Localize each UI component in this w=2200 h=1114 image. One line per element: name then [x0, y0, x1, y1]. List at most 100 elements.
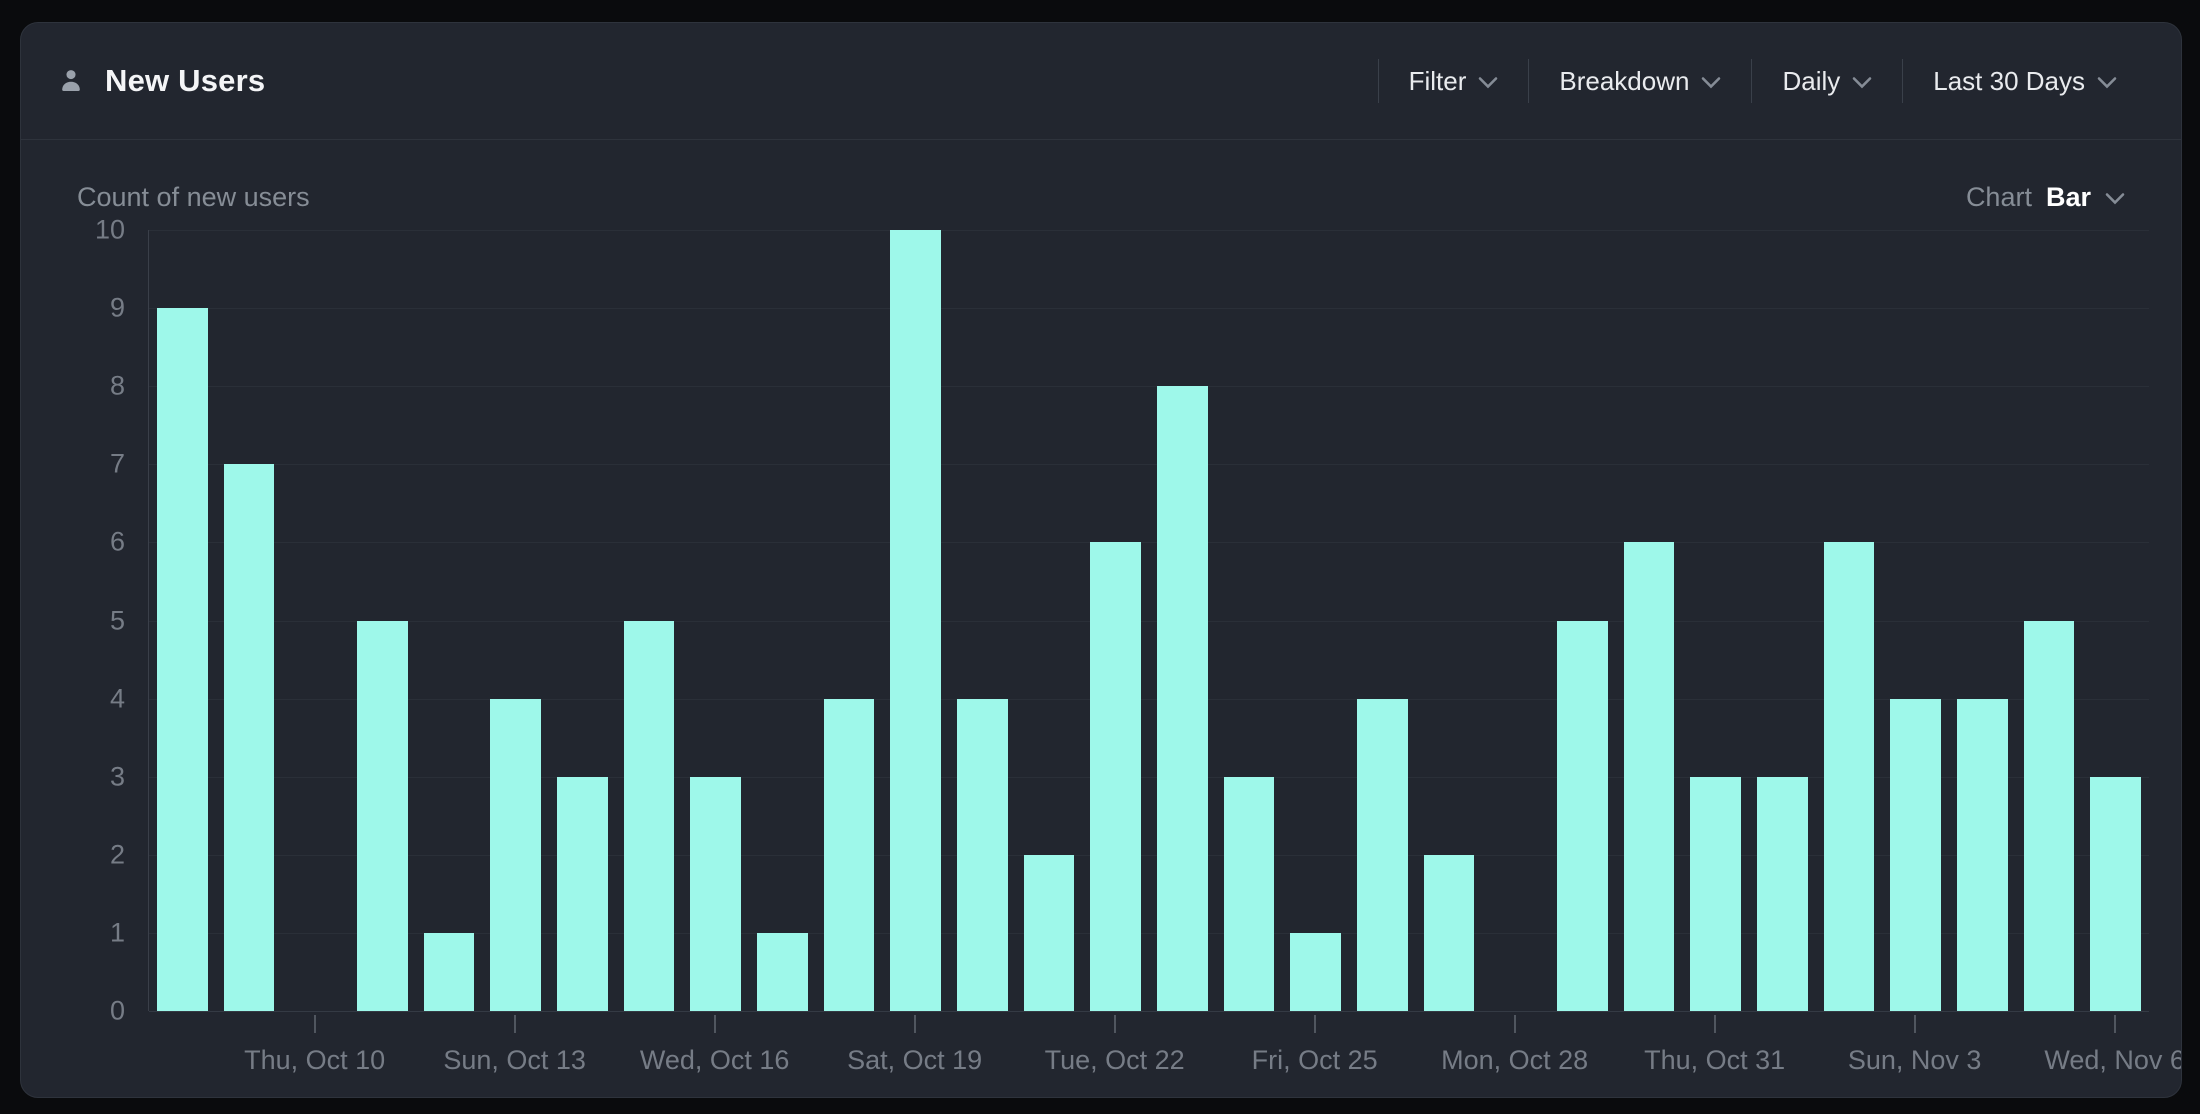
bar-Fri, Oct 25[interactable] [1290, 933, 1341, 1011]
widget-header: New Users Filter Breakdown Daily [21, 23, 2181, 140]
breakdown-dropdown[interactable]: Breakdown [1529, 23, 1751, 139]
filter-dropdown[interactable]: Filter [1379, 23, 1529, 139]
x-tick-Fri, Oct 25 [1314, 1015, 1316, 1033]
chart-type-selector[interactable]: Chart Bar [1966, 182, 2125, 213]
chart-type-selector-label: Chart [1966, 182, 2032, 213]
x-tick-label-Wed, Nov 6: Wed, Nov 6 [2044, 1045, 2182, 1076]
granularity-dropdown[interactable]: Daily [1752, 23, 1902, 139]
bar-Fri, Nov 1[interactable] [1757, 777, 1808, 1011]
bar-Tue, Oct 22[interactable] [1090, 542, 1141, 1011]
y-tick-label-7: 7 [110, 449, 125, 480]
metric-label: Count of new users [77, 182, 310, 213]
bar-slot-Sun, Oct 20 [949, 230, 1016, 1011]
bar-slot-Thu, Oct 10 [282, 230, 349, 1011]
x-tick-Thu, Oct 10 [314, 1015, 316, 1033]
bar-Mon, Nov 4[interactable] [1957, 699, 2008, 1011]
y-axis: 012345678910 [21, 230, 125, 1011]
bar-Sun, Oct 13[interactable] [490, 699, 541, 1011]
chart-subheader: Count of new users Chart Bar [77, 165, 2125, 229]
x-tick-label-Thu, Oct 10: Thu, Oct 10 [244, 1045, 385, 1076]
y-tick-label-8: 8 [110, 371, 125, 402]
y-tick-label-5: 5 [110, 605, 125, 636]
breakdown-dropdown-label: Breakdown [1559, 66, 1689, 97]
y-tick-label-4: 4 [110, 683, 125, 714]
bar-Wed, Oct 30[interactable] [1624, 542, 1675, 1011]
x-axis-ticks [148, 1011, 2148, 1035]
bar-slot-Sun, Nov 3 [1882, 230, 1949, 1011]
bar-slot-Fri, Oct 11 [349, 230, 416, 1011]
bar-Wed, Oct 16[interactable] [690, 777, 741, 1011]
dashboard-page: { "window": { "background": "#0A0B0D" },… [0, 0, 2200, 1114]
date-range-dropdown[interactable]: Last 30 Days [1903, 23, 2147, 139]
chevron-down-icon [1701, 76, 1721, 89]
bar-slot-Sat, Nov 2 [1816, 230, 1883, 1011]
bar-Thu, Oct 31[interactable] [1690, 777, 1741, 1011]
bar-Tue, Nov 5[interactable] [2024, 621, 2075, 1012]
bar-Wed, Nov 6[interactable] [2090, 777, 2141, 1011]
x-tick-label-Mon, Oct 28: Mon, Oct 28 [1441, 1045, 1588, 1076]
bar-slot-Mon, Oct 21 [1016, 230, 1083, 1011]
bar-slot-Sun, Oct 27 [1416, 230, 1483, 1011]
bar-slot-Sat, Oct 12 [416, 230, 483, 1011]
bar-Mon, Oct 21[interactable] [1024, 855, 1075, 1011]
bar-slot-Wed, Oct 23 [1149, 230, 1216, 1011]
bar-slot-Thu, Oct 24 [1216, 230, 1283, 1011]
bar-Sun, Oct 20[interactable] [957, 699, 1008, 1011]
bar-slot-Tue, Nov 5 [2016, 230, 2083, 1011]
chevron-down-icon [1478, 76, 1498, 89]
bar-Sat, Nov 2[interactable] [1824, 542, 1875, 1011]
bar-slot-Sat, Oct 26 [1349, 230, 1416, 1011]
widget-controls: Filter Breakdown Daily Las [1378, 23, 2147, 139]
x-tick-Tue, Oct 22 [1114, 1015, 1116, 1033]
bar-Wed, Oct 23[interactable] [1157, 386, 1208, 1011]
bar-slot-Wed, Nov 6 [2082, 230, 2149, 1011]
bar-series [149, 230, 2149, 1011]
widget-title: New Users [105, 63, 265, 99]
chevron-down-icon [1852, 76, 1872, 89]
bar-Tue, Oct 8[interactable] [157, 308, 208, 1011]
x-tick-Sun, Oct 13 [514, 1015, 516, 1033]
x-tick-Mon, Oct 28 [1514, 1015, 1516, 1033]
bar-slot-Sat, Oct 19 [882, 230, 949, 1011]
bar-slot-Mon, Nov 4 [1949, 230, 2016, 1011]
bar-Fri, Oct 11[interactable] [357, 621, 408, 1012]
x-tick-Sun, Nov 3 [1914, 1015, 1916, 1033]
x-tick-label-Sun, Oct 13: Sun, Oct 13 [443, 1045, 586, 1076]
y-tick-label-10: 10 [95, 215, 125, 246]
bar-Sat, Oct 19[interactable] [890, 230, 941, 1011]
y-tick-label-2: 2 [110, 839, 125, 870]
chevron-down-icon [2097, 76, 2117, 89]
bar-slot-Tue, Oct 22 [1082, 230, 1149, 1011]
filter-dropdown-label: Filter [1409, 66, 1467, 97]
bar-Wed, Oct 9[interactable] [224, 464, 275, 1011]
x-tick-label-Fri, Oct 25: Fri, Oct 25 [1252, 1045, 1378, 1076]
widget-title-group: New Users [55, 63, 265, 99]
bar-slot-Fri, Oct 25 [1282, 230, 1349, 1011]
bar-slot-Thu, Oct 17 [749, 230, 816, 1011]
x-tick-label-Thu, Oct 31: Thu, Oct 31 [1644, 1045, 1785, 1076]
bar-Thu, Oct 24[interactable] [1224, 777, 1275, 1011]
bar-Sun, Nov 3[interactable] [1890, 699, 1941, 1011]
bar-Mon, Oct 14[interactable] [557, 777, 608, 1011]
bar-slot-Tue, Oct 8 [149, 230, 216, 1011]
x-tick-label-Tue, Oct 22: Tue, Oct 22 [1045, 1045, 1185, 1076]
granularity-dropdown-label: Daily [1782, 66, 1840, 97]
y-tick-label-0: 0 [110, 996, 125, 1027]
y-tick-label-1: 1 [110, 917, 125, 948]
bar-Sat, Oct 12[interactable] [424, 933, 475, 1011]
bar-Fri, Oct 18[interactable] [824, 699, 875, 1011]
date-range-dropdown-label: Last 30 Days [1933, 66, 2085, 97]
bar-Sun, Oct 27[interactable] [1424, 855, 1475, 1011]
bar-Thu, Oct 17[interactable] [757, 933, 808, 1011]
bar-Tue, Oct 29[interactable] [1557, 621, 1608, 1012]
x-tick-label-Sun, Nov 3: Sun, Nov 3 [1848, 1045, 1982, 1076]
x-tick-Wed, Oct 16 [714, 1015, 716, 1033]
plot-area [148, 230, 2149, 1011]
bar-slot-Fri, Nov 1 [1749, 230, 1816, 1011]
bar-slot-Sun, Oct 13 [482, 230, 549, 1011]
bar-Tue, Oct 15[interactable] [624, 621, 675, 1012]
chevron-down-icon [2105, 192, 2125, 205]
bar-Sat, Oct 26[interactable] [1357, 699, 1408, 1011]
y-tick-label-3: 3 [110, 761, 125, 792]
bar-slot-Thu, Oct 31 [1682, 230, 1749, 1011]
